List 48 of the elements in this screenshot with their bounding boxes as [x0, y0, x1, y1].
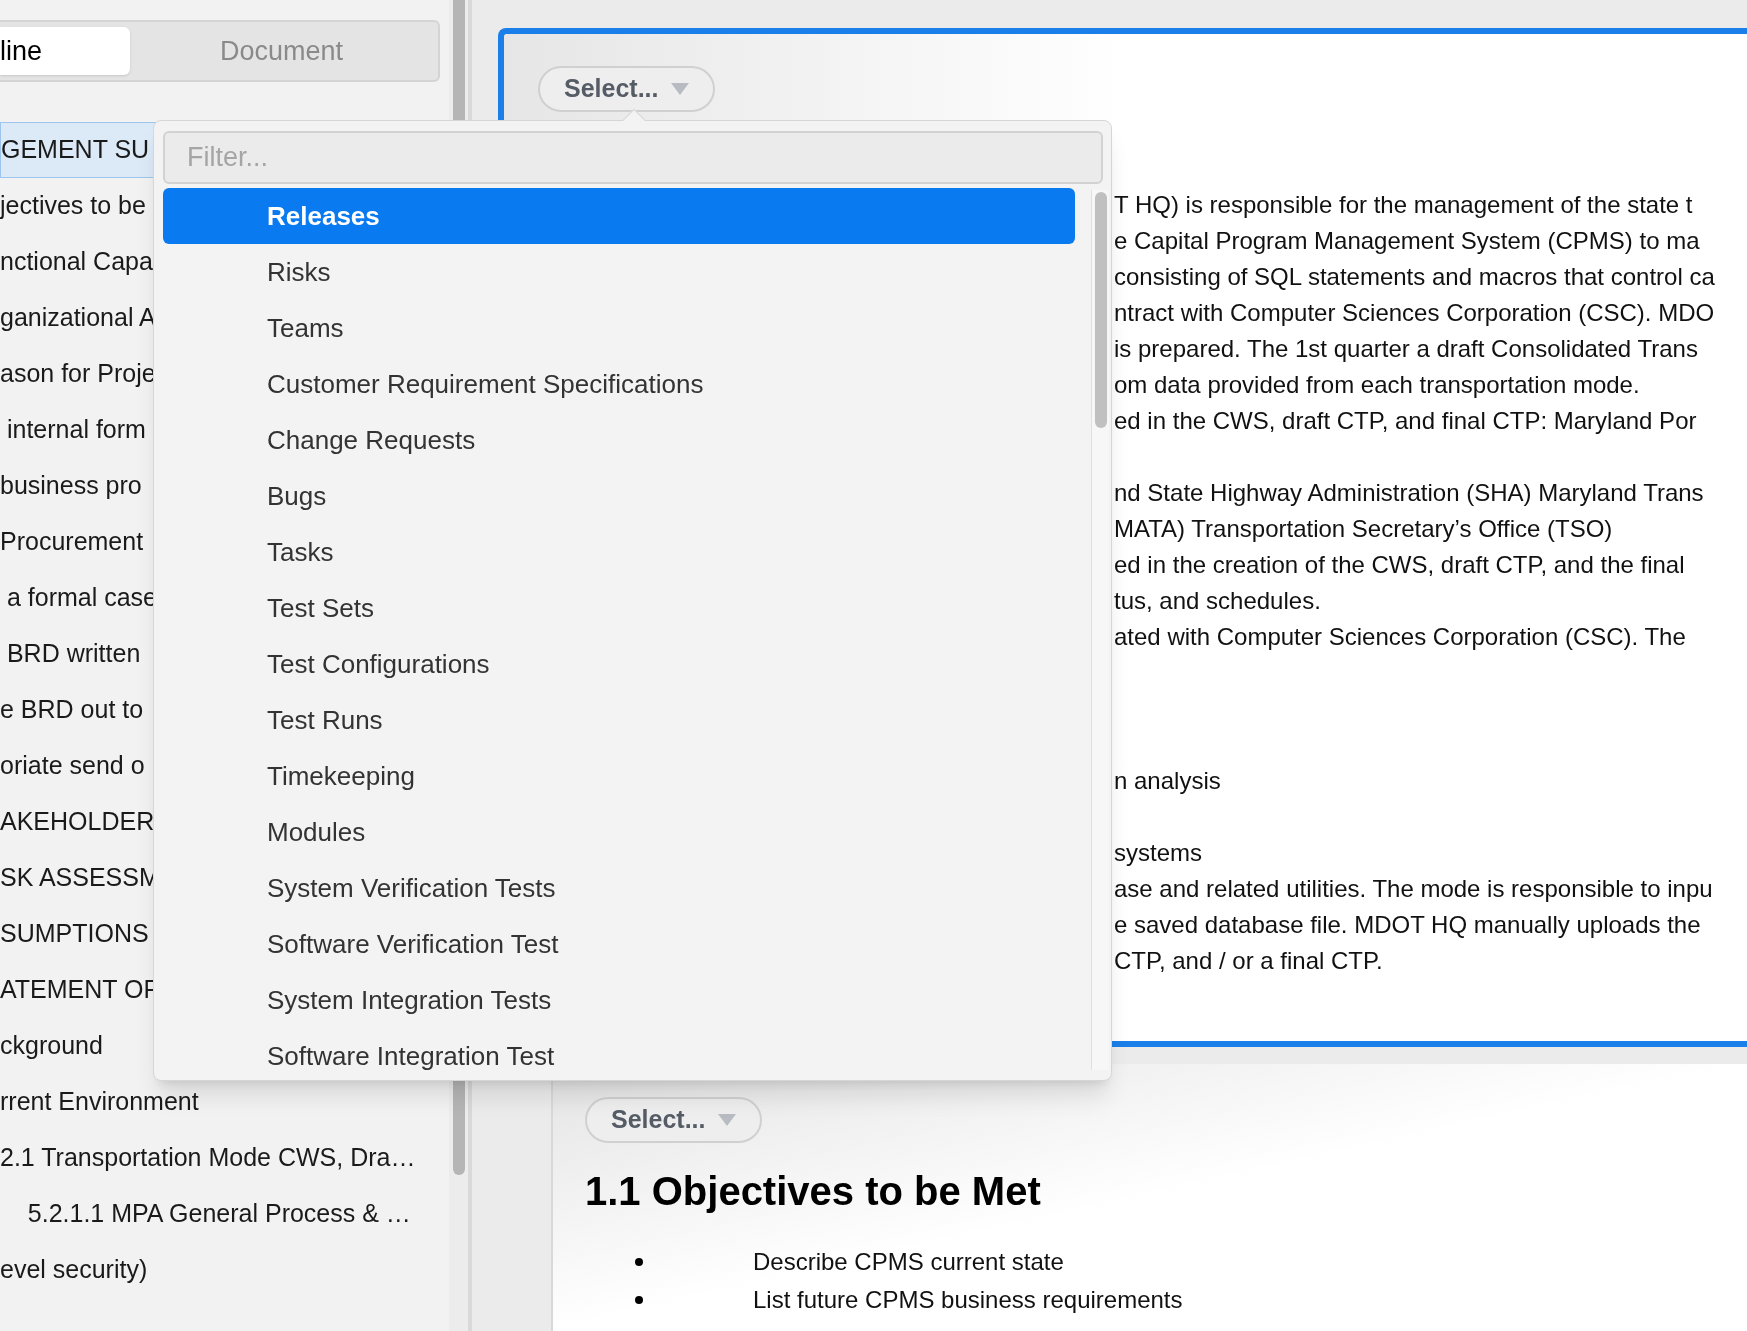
caret-down-icon	[670, 83, 689, 95]
dropdown-option[interactable]: System Verification Tests	[163, 860, 1075, 916]
document-text-line: ed in the creation of the CWS, draft CTP, and the final	[1114, 550, 1686, 580]
view-tab[interactable]: line	[0, 27, 130, 75]
document-text-line: ntract with Computer Sciences Corporation (CSC). MDO	[1114, 298, 1716, 328]
caret-down-icon	[717, 1114, 736, 1126]
document-text-line: tus, and schedules.	[1114, 586, 1322, 616]
document-text-line: nd State Highway Administration (SHA) Maryland Trans	[1114, 478, 1705, 508]
document-text-line: ase and related utilities. The mode is responsible to inpu	[1114, 874, 1714, 904]
dropdown-option[interactable]: Releases	[163, 188, 1075, 244]
outline-item[interactable]: 5.2.1.1 MPA General Process & …	[0, 1186, 449, 1242]
section-heading: 1.1 Objectives to be Met	[585, 1168, 1042, 1215]
document-text-line: is prepared. The 1st quarter a draft Consolidated Trans	[1114, 334, 1699, 364]
dropdown-option[interactable]: Bugs	[163, 468, 1075, 524]
scrollbar-thumb[interactable]	[1094, 192, 1107, 428]
document-text-line: e Capital Program Management System (CPMS) to ma	[1114, 226, 1701, 256]
dropdown-option[interactable]: Test Runs	[163, 692, 1075, 748]
bullet-text: List future CPMS business requirements	[753, 1285, 1183, 1315]
bullet-text: Describe CPMS current state	[753, 1247, 1064, 1277]
dropdown-option[interactable]: Test Sets	[163, 580, 1075, 636]
dropdown-option[interactable]: Test Configurations	[163, 636, 1075, 692]
document-text-line: e saved database file. MDOT HQ manually uploads the	[1114, 910, 1702, 940]
dropdown-option[interactable]: Software Integration Test	[163, 1028, 1075, 1084]
dropdown-option[interactable]: Modules	[163, 804, 1075, 860]
bullet-icon	[635, 1296, 643, 1304]
document-text-line: MATA) Transportation Secretary’s Office (TSO)	[1114, 514, 1614, 544]
document-text-line: ated with Computer Sciences Corporation (CSC). The	[1114, 622, 1687, 652]
dropdown-option[interactable]: Teams	[163, 300, 1075, 356]
outline-item[interactable]: evel security)	[0, 1242, 449, 1298]
select-dropdown-button[interactable]: Select...	[585, 1097, 762, 1143]
document-text-line: n analysis	[1114, 766, 1222, 796]
document-text-line: T HQ) is responsible for the management of the state t	[1114, 190, 1694, 220]
dropdown-option[interactable]: System Integration Tests	[163, 972, 1075, 1028]
select-dropdown-button[interactable]: Select...	[538, 66, 715, 112]
dropdown-option[interactable]: Change Requests	[163, 412, 1075, 468]
dropdown-option[interactable]: Software Verification Test	[163, 916, 1075, 972]
dropdown-option[interactable]: Customer Requirement Specifications	[163, 356, 1075, 412]
document-text-line: CTP, and / or a final CTP.	[1114, 946, 1384, 976]
dropdown-option[interactable]: Tasks	[163, 524, 1075, 580]
document-text-line: om data provided from each transportation mode.	[1114, 370, 1641, 400]
filter-field[interactable]: Filter...	[163, 131, 1103, 184]
dropdown-option[interactable]: Risks	[163, 244, 1075, 300]
outline-item[interactable]: 2.1 Transportation Mode CWS, Dra…	[0, 1130, 449, 1186]
document-text-line: ed in the CWS, draft CTP, and final CTP: Maryland Por	[1114, 406, 1698, 436]
document-text-line: systems	[1114, 838, 1203, 868]
bullet-icon	[635, 1258, 643, 1266]
dropdown-option[interactable]: Timekeeping	[163, 748, 1075, 804]
document-text-line: consisting of SQL statements and macros that control ca	[1114, 262, 1716, 292]
